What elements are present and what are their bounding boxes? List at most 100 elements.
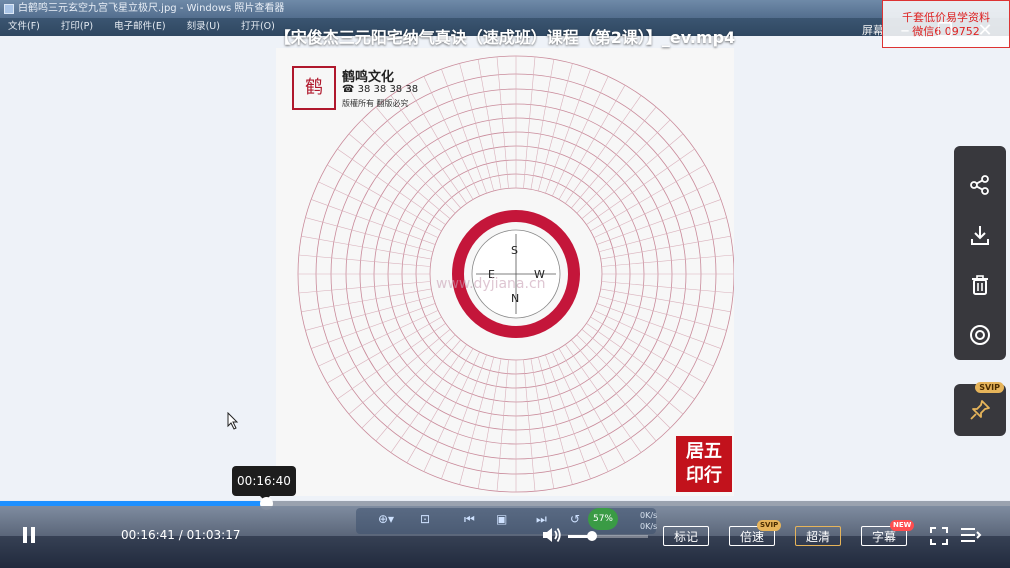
download-button[interactable] (954, 210, 1006, 260)
seal-stamp: 居五 印行 (676, 436, 732, 492)
compass-ray (601, 281, 734, 294)
compass-ray (311, 199, 436, 245)
compass-ray (530, 59, 555, 190)
photo-viewer-icon (4, 4, 14, 14)
compass-ray (586, 148, 695, 225)
pin-button[interactable]: SVIP (954, 382, 1006, 436)
close-icon[interactable]: ✕ (974, 20, 996, 42)
compass-ray (348, 329, 451, 415)
compass-ray (596, 199, 721, 245)
brand-logo: 鹤 (292, 66, 336, 110)
mouse-cursor-icon (227, 412, 239, 430)
compass-ray (571, 106, 657, 209)
compass-ray (576, 334, 671, 429)
pin-icon (970, 400, 990, 420)
compass-ray (600, 235, 731, 260)
playlist-icon[interactable] (960, 526, 982, 544)
pin-svip-badge: SVIP (975, 382, 1004, 393)
prev-image-icon: ⏮ (464, 512, 475, 526)
compass-ray (576, 119, 671, 214)
compass-ray (361, 119, 456, 214)
delete-icon (972, 275, 988, 295)
view-icon (970, 325, 990, 345)
compass-ray (477, 358, 502, 489)
compass-ray (545, 354, 591, 479)
brand-box: 鹤 鹤鸣文化 ☎ 38 38 38 38 版權所有 翻版必究 (292, 66, 422, 114)
compass-ray (496, 56, 509, 189)
screen-tag: 屏幕 (862, 24, 884, 37)
compass-ray (496, 359, 509, 492)
compass-ray (600, 288, 731, 313)
current-time: 00:16:41 (121, 528, 175, 542)
pause-button[interactable] (18, 520, 40, 550)
subtitle-new-badge: NEW (890, 520, 915, 531)
compass-ray (565, 344, 642, 453)
compass-ray (361, 334, 456, 429)
brand-note: 版權所有 翻版必究 (342, 99, 409, 108)
net-down: 0K/s (640, 522, 658, 531)
brand-phone: ☎ 38 38 38 38 (342, 84, 419, 95)
compass-ray (601, 254, 734, 267)
net-up: 0K/s (640, 511, 658, 520)
background-window-titlebar: 白鹤鸣三元玄空九宫飞星立极尺.jpg - Windows 照片查看器 (0, 0, 1010, 18)
fullscreen-icon[interactable] (930, 527, 948, 545)
volume-slider[interactable] (568, 531, 648, 541)
fit-icon: ⊡ (420, 512, 431, 526)
compass-ray (337, 323, 446, 400)
share-icon (970, 175, 989, 195)
compass-ray (477, 59, 502, 190)
compass-ray (301, 235, 432, 260)
next-image-icon: ⏭ (536, 512, 547, 526)
compass-ray (390, 344, 467, 453)
compass-ray (301, 288, 432, 313)
time-display: 00:16:41 / 01:03:17 (121, 528, 240, 542)
compass-ray (375, 339, 461, 442)
compass-ray (571, 339, 657, 442)
compass-ray (523, 56, 536, 189)
window-controls: – ❐ ✕ (894, 20, 996, 42)
compass-ray (441, 69, 487, 194)
background-window-title: 白鹤鸣三元玄空九宫飞星立极尺.jpg - Windows 照片查看器 (18, 3, 285, 14)
zoom-icon: ⊕▾ (378, 512, 395, 526)
cpu-percent-badge: 57% (588, 508, 618, 530)
compass-ray (298, 281, 431, 294)
share-button[interactable] (954, 160, 1006, 210)
speed-svip-badge: SVIP (757, 520, 782, 531)
restore-icon[interactable]: ❐ (934, 20, 956, 42)
time-separator: / (174, 528, 187, 542)
compass-ray (375, 106, 461, 209)
compass-ray (298, 254, 431, 267)
volume-icon[interactable] (541, 526, 563, 544)
label-north: N (511, 292, 520, 305)
bookmark-button[interactable]: 标记 (663, 526, 709, 546)
net-speed: 0K/s 0K/s (640, 510, 657, 532)
compass-ray (565, 95, 642, 204)
view-button[interactable] (954, 310, 1006, 360)
compass-ray (348, 133, 451, 219)
compass-ray (596, 303, 721, 349)
delete-button[interactable] (954, 260, 1006, 310)
compass-ray (586, 323, 695, 400)
image-watermark: www.dyjiana.cn (436, 276, 546, 292)
brand-name: 鹤鸣文化 (342, 70, 395, 85)
label-south: S (511, 244, 518, 257)
minimize-icon[interactable]: – (894, 20, 916, 42)
download-icon (971, 226, 989, 245)
compass-ray (581, 329, 684, 415)
compass-photo: 鹤 鹤鸣文化 ☎ 38 38 38 38 版權所有 翻版必究 S E W N w… (276, 48, 734, 496)
rotate-icon: ↺ (570, 512, 581, 526)
quality-button[interactable]: 超清 (795, 526, 841, 546)
compass-ray (581, 133, 684, 219)
side-action-panel (954, 146, 1006, 360)
compass-ray (523, 359, 536, 492)
slideshow-icon: ▣ (496, 512, 508, 526)
compass-ray (545, 69, 591, 194)
compass-ray (337, 148, 446, 225)
compass-ray (441, 354, 487, 479)
total-time: 01:03:17 (186, 528, 241, 542)
volume-handle[interactable] (587, 531, 597, 541)
compass-ray (530, 358, 555, 489)
hover-time-tooltip: 00:16:40 (232, 466, 296, 501)
video-title: 【宋俊杰三元阳宅纳气真诀（速成班）课程（第2课）】_ev.mp4 (274, 28, 736, 47)
compass-ray (311, 303, 436, 349)
